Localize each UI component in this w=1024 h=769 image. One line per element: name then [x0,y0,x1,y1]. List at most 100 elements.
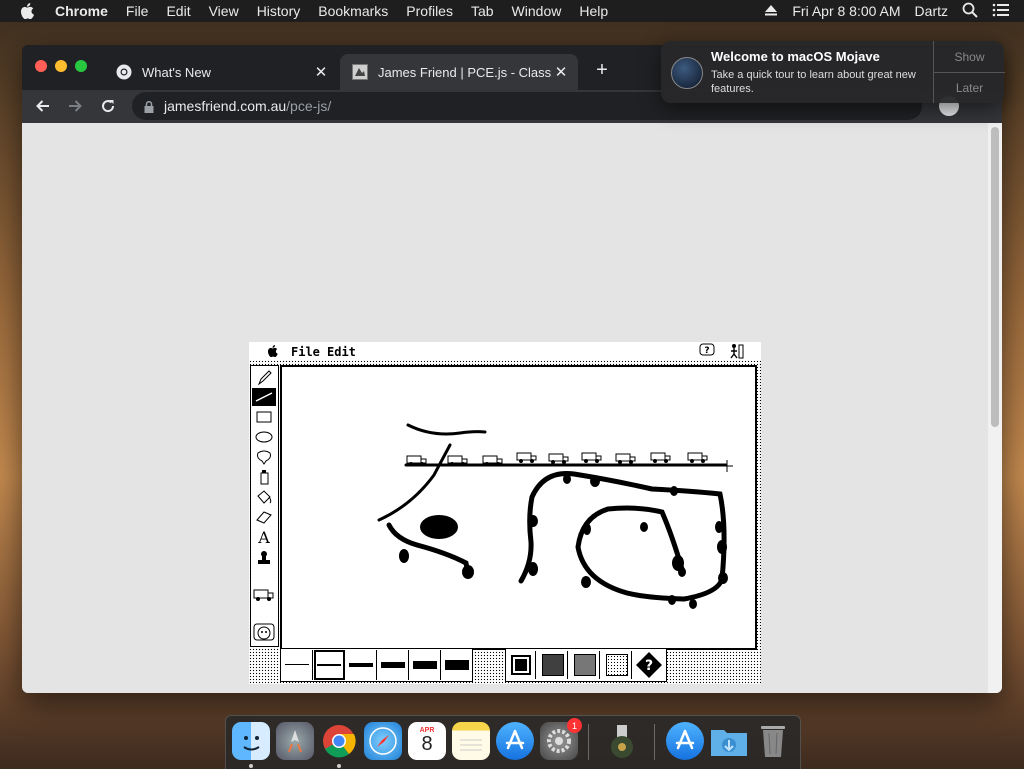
site-favicon-icon [352,64,368,80]
help-balloon-icon[interactable]: ? [699,343,715,360]
text-tool-icon[interactable]: A [252,528,276,546]
url-host: jamesfriend.com.au [164,98,287,114]
menu-app-name[interactable]: Chrome [46,3,117,19]
dock-separator [654,724,655,760]
paint-canvas[interactable] [280,365,757,650]
notification-later-button[interactable]: Later [933,72,1005,103]
rectangle-tool-icon[interactable] [252,408,276,426]
chrome-app-icon[interactable] [320,722,358,760]
apple-menu-icon[interactable] [20,3,34,19]
line-width-1[interactable] [282,650,313,680]
system-preferences-badge: 1 [567,718,582,733]
crosshair-cursor [721,460,733,472]
forward-arrow-icon[interactable] [64,95,86,117]
menu-bookmarks[interactable]: Bookmarks [309,3,397,19]
notification-title: Welcome to macOS Mojave [711,49,880,64]
macpaint-menu-file[interactable]: File [291,345,320,359]
menu-tab[interactable]: Tab [462,3,503,19]
macpaint-menu-bar: File Edit ? [249,342,761,360]
system-preferences-icon[interactable]: 1 [540,718,582,760]
app-store-icon[interactable] [496,722,534,760]
finder-icon[interactable] [232,722,270,760]
applications-folder-icon[interactable] [666,722,704,760]
macos-menu-bar: Chrome File Edit View History Bookmarks … [0,0,1024,22]
spray-tool-icon[interactable] [252,468,276,486]
pencil-tool-icon[interactable] [252,368,276,386]
window-close-button[interactable] [35,60,47,72]
menu-user[interactable]: Dartz [915,3,948,19]
menu-edit[interactable]: Edit [157,3,199,19]
tab-close-icon[interactable]: ✕ [312,63,330,81]
new-tab-icon[interactable]: + [592,59,612,82]
truck-stamp-icon[interactable] [252,586,276,604]
notes-icon[interactable] [452,722,490,760]
mojave-icon [671,57,703,89]
tab-pce-js[interactable]: James Friend | PCE.js - Classic ✕ [340,54,578,90]
macpaint-menu-edit[interactable]: Edit [327,345,356,359]
dock-separator [588,724,589,760]
notification-center-icon[interactable] [992,3,1010,20]
line-width-5[interactable] [410,650,441,680]
tab-title: James Friend | PCE.js - Classic [378,64,552,80]
line-width-2[interactable] [314,650,345,680]
menu-view[interactable]: View [200,3,248,19]
disk-image-icon[interactable] [603,722,641,760]
menu-history[interactable]: History [248,3,310,19]
pattern-gray[interactable] [571,651,600,679]
line-width-6[interactable] [442,650,472,680]
tab-title: What's New [142,64,211,80]
chrome-logo-icon [116,64,132,80]
pattern-dark-gray[interactable] [539,651,568,679]
line-tool-icon[interactable] [252,388,276,406]
lasso-tool-icon[interactable] [252,448,276,466]
line-width-palette [280,648,473,682]
macpaint-window: A ? [249,360,761,684]
pattern-palette: ? [505,648,667,682]
chrome-running-indicator [337,764,341,768]
tab-whats-new[interactable]: What's New ✕ [104,54,338,90]
menu-profiles[interactable]: Profiles [397,3,462,19]
bear-stamp-icon[interactable] [252,623,276,641]
menu-window[interactable]: Window [503,3,571,19]
menu-file[interactable]: File [117,3,158,19]
mojave-notification[interactable]: Welcome to macOS Mojave Take a quick tou… [661,41,1005,103]
back-arrow-icon[interactable] [32,95,54,117]
svg-text:?: ? [645,658,653,674]
stamp-tool-icon[interactable] [252,548,276,566]
calendar-icon[interactable]: APR 8 [408,722,446,760]
calendar-day: 8 [421,732,433,755]
menu-help[interactable]: Help [570,3,617,19]
tab-close-icon[interactable]: ✕ [552,63,570,81]
pattern-light-gray[interactable] [603,651,632,679]
line-width-4[interactable] [378,650,409,680]
menu-clock[interactable]: Fri Apr 8 8:00 AM [792,3,900,19]
line-width-3[interactable] [346,650,377,680]
page-scrollbar[interactable] [988,123,1002,693]
launchpad-icon[interactable] [276,722,314,760]
downloads-folder-icon[interactable] [710,722,748,760]
url-path: /pce-js/ [286,98,332,114]
spotlight-search-icon[interactable] [962,2,978,21]
notification-show-button[interactable]: Show [933,41,1005,73]
svg-text:?: ? [704,346,709,356]
safari-icon[interactable] [364,722,402,760]
window-zoom-button[interactable] [75,60,87,72]
oval-tool-icon[interactable] [252,428,276,446]
classic-apple-icon[interactable] [267,345,278,360]
scrollbar-thumb[interactable] [991,127,999,427]
eraser-tool-icon[interactable] [252,508,276,526]
trash-icon[interactable] [754,722,792,760]
canvas-drawing [377,423,733,609]
paint-bucket-icon[interactable] [252,488,276,506]
eject-icon[interactable] [764,3,778,19]
tool-palette: A [250,365,279,647]
finder-running-indicator [249,764,253,768]
reload-icon[interactable] [97,95,119,117]
pattern-black[interactable] [507,651,536,679]
window-minimize-button[interactable] [55,60,67,72]
pattern-help-icon[interactable]: ? [635,651,663,679]
notification-body: Take a quick tour to learn about great n… [711,69,916,95]
pce-emulator-screen[interactable]: File Edit ? A ? [249,342,761,684]
lock-icon[interactable] [144,100,154,113]
svg-text:A: A [257,529,270,545]
